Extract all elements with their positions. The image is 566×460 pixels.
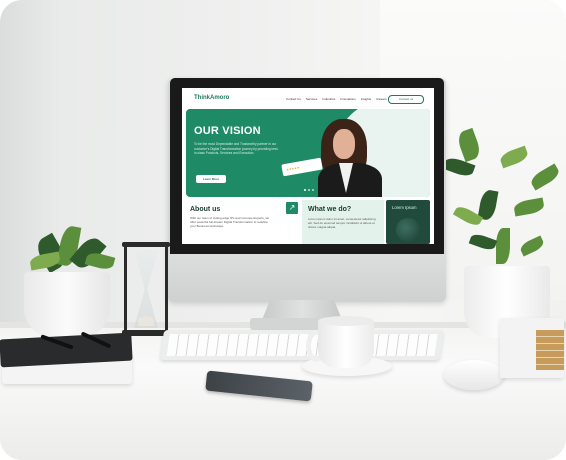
- about-text: With our team of cutting-edge IPs and in…: [190, 216, 270, 229]
- what-title: What we do?: [308, 206, 352, 213]
- succulent-leaf: [84, 250, 116, 272]
- hourglass-post: [165, 246, 168, 332]
- what-text: Lorem ipsum dolor sit amet, consectetur …: [308, 217, 376, 230]
- hourglass-sand: [138, 316, 154, 326]
- hourglass-post: [124, 246, 127, 332]
- screen-cards: About us With our team of cutting-edge I…: [182, 88, 434, 244]
- lorem-title: Lorem Ipsum: [392, 205, 417, 210]
- arrow-icon[interactable]: ↗: [286, 202, 298, 214]
- desk-photo: ThinkAmoro Contact Us Services Industrie…: [0, 0, 566, 460]
- monitor-chin: [168, 254, 446, 302]
- globe-icon: [396, 218, 420, 242]
- keyboard: [159, 330, 445, 360]
- hourglass-top: [122, 242, 170, 247]
- keyboard-keys: [166, 334, 438, 356]
- mug-rim: [318, 316, 374, 326]
- book-pages: [536, 330, 564, 370]
- plant-leaf: [496, 228, 510, 264]
- left-plant-pot: [24, 272, 110, 338]
- mouse: [444, 360, 504, 390]
- coffee-mug: [318, 320, 374, 368]
- about-title: About us: [190, 206, 221, 213]
